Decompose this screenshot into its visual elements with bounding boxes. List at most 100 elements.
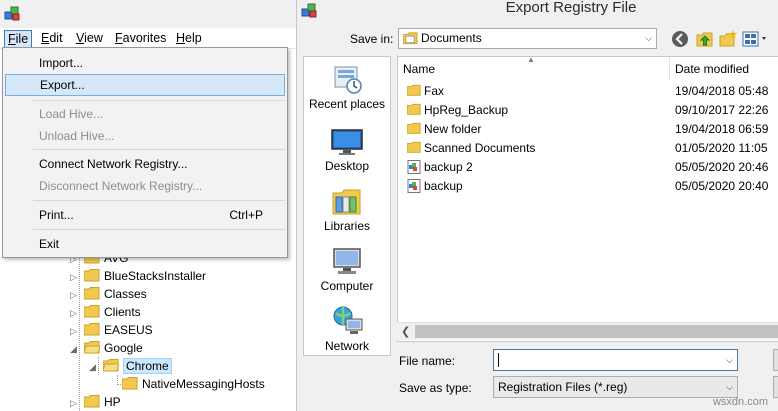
- place-network[interactable]: Network: [304, 305, 390, 353]
- file-name: backup 2: [424, 160, 473, 174]
- horizontal-scrollbar[interactable]: ❮: [397, 322, 778, 340]
- file-name-input[interactable]: ⌵: [493, 349, 738, 371]
- file-name: Fax: [424, 84, 445, 98]
- menu-separator: [33, 200, 285, 201]
- place-label: Network: [324, 339, 369, 353]
- tree-item-easeus[interactable]: ▷ EASEUS: [70, 321, 153, 339]
- menu-separator: [33, 229, 285, 230]
- new-folder-icon[interactable]: [718, 29, 738, 49]
- folder-icon: [84, 395, 100, 408]
- tree-item-chrome[interactable]: ◢ Chrome: [89, 357, 172, 375]
- expand-icon[interactable]: ▷: [70, 304, 80, 322]
- file-name: HpReg_Backup: [424, 103, 509, 117]
- cancel-button[interactable]: [773, 376, 778, 398]
- tree-item-label: Google: [104, 341, 143, 355]
- back-icon[interactable]: [670, 29, 690, 49]
- menu-item-connect-network-registry[interactable]: Connect Network Registry...: [5, 153, 285, 175]
- menu-help[interactable]: Help: [173, 30, 205, 48]
- tree-item-hp[interactable]: ▷ HP: [70, 393, 121, 411]
- file-row-new-folder[interactable]: New folder 19/04/2018 06:59: [398, 120, 778, 139]
- open-folder-icon: [84, 341, 100, 354]
- scrollbar-thumb[interactable]: [415, 325, 778, 338]
- file-list: Name ▲ Date modified Fax 19/04/2018 05:4…: [397, 55, 778, 342]
- file-date: 19/04/2018 06:59: [675, 122, 769, 136]
- place-label: Computer: [320, 279, 374, 293]
- save-as-type-value: Registration Files (*.reg): [498, 380, 628, 394]
- folder-icon: [84, 287, 100, 300]
- file-row-backup-2[interactable]: backup 2 05/05/2020 20:46: [398, 158, 778, 177]
- menu-favorites[interactable]: Favorites: [112, 30, 169, 48]
- column-header-name[interactable]: Name ▲: [398, 55, 670, 81]
- menu-item-exit[interactable]: Exit: [5, 233, 285, 255]
- open-folder-icon: [103, 359, 119, 372]
- chevron-down-icon: ⌵: [726, 382, 733, 392]
- sort-ascending-icon: ▲: [527, 55, 535, 64]
- menu-separator: [33, 100, 285, 101]
- reg-file-icon: [407, 179, 421, 193]
- save-as-type-label: Save as type:: [399, 381, 472, 395]
- folder-icon: [407, 122, 421, 134]
- file-date: 05/05/2020 20:46: [675, 160, 769, 174]
- menu-item-label: Print...: [39, 208, 74, 222]
- file-row-scanned-documents[interactable]: Scanned Documents 01/05/2020 11:05: [398, 139, 778, 158]
- scroll-left-icon[interactable]: ❮: [401, 325, 410, 338]
- menu-item-print[interactable]: Print... Ctrl+P: [5, 204, 285, 226]
- file-menu-dropdown: Import... Export... Load Hive... Unload …: [2, 47, 288, 258]
- menu-item-disconnect-network-registry[interactable]: Disconnect Network Registry...: [5, 175, 285, 197]
- reg-file-icon: [407, 160, 421, 174]
- collapse-icon[interactable]: ◢: [89, 358, 99, 376]
- documents-folder-icon: [403, 32, 418, 45]
- menu-item-import[interactable]: Import...: [5, 52, 285, 74]
- file-name: New folder: [424, 122, 482, 136]
- menu-item-shortcut: Ctrl+P: [229, 208, 263, 222]
- save-button[interactable]: [773, 349, 778, 371]
- file-row-fax[interactable]: Fax 19/04/2018 05:48: [398, 82, 778, 101]
- tree-item-label: NativeMessagingHosts: [142, 377, 265, 391]
- places-bar: Recent places Desktop Libraries Computer…: [303, 56, 391, 356]
- save-as-type-dropdown[interactable]: Registration Files (*.reg) ⌵: [493, 376, 738, 398]
- folder-icon: [84, 323, 100, 336]
- collapse-icon[interactable]: ◢: [70, 340, 80, 358]
- export-registry-dialog: Export Registry File Save in: Documents …: [296, 0, 778, 411]
- tree-item-label: BlueStacksInstaller: [104, 269, 207, 283]
- place-label: Recent places: [308, 97, 386, 111]
- expand-icon[interactable]: ▷: [70, 322, 80, 340]
- folder-icon: [84, 269, 100, 282]
- column-header-date-modified[interactable]: Date modified: [670, 57, 778, 81]
- menu-item-unload-hive[interactable]: Unload Hive...: [5, 125, 285, 147]
- tree-item-bluestacksinstaller[interactable]: ▷ BlueStacksInstaller: [70, 267, 206, 285]
- tree-item-google[interactable]: ◢ Google: [70, 339, 143, 357]
- chevron-down-icon[interactable]: ⌵: [726, 350, 733, 370]
- place-computer[interactable]: Computer: [304, 247, 390, 293]
- regedit-cubes-icon: [4, 6, 20, 21]
- save-in-value: Documents: [421, 31, 482, 45]
- file-row-hpreg-backup[interactable]: HpReg_Backup 09/10/2017 22:26: [398, 101, 778, 120]
- chevron-down-icon: ⌵: [645, 33, 652, 43]
- place-desktop[interactable]: Desktop: [304, 127, 390, 173]
- tree-item-classes[interactable]: ▷ Classes: [70, 285, 147, 303]
- view-menu-icon[interactable]: [741, 29, 771, 49]
- save-in-dropdown[interactable]: Documents ⌵: [398, 28, 657, 49]
- place-libraries[interactable]: Libraries: [304, 187, 390, 233]
- expand-icon[interactable]: ▷: [70, 268, 80, 286]
- tree-item-label: Chrome: [123, 358, 172, 374]
- file-name: backup: [424, 179, 463, 193]
- tree-item-clients[interactable]: ▷ Clients: [70, 303, 141, 321]
- libraries-icon: [332, 189, 361, 215]
- save-in-label: Save in:: [350, 32, 394, 46]
- place-recent-places[interactable]: Recent places: [304, 65, 390, 111]
- file-row-backup[interactable]: backup 05/05/2020 20:40: [398, 177, 778, 196]
- menu-file[interactable]: File: [4, 30, 33, 48]
- menu-item-export[interactable]: Export...: [5, 74, 285, 96]
- file-date: 01/05/2020 11:05: [675, 141, 768, 155]
- up-folder-icon[interactable]: [695, 29, 715, 49]
- menu-edit[interactable]: Edit: [38, 30, 66, 48]
- menu-item-load-hive[interactable]: Load Hive...: [5, 103, 285, 125]
- place-label: Libraries: [323, 219, 371, 233]
- file-name-label: File name:: [399, 354, 456, 368]
- expand-icon[interactable]: ▷: [70, 394, 80, 411]
- expand-icon[interactable]: ▷: [70, 286, 80, 304]
- menu-view[interactable]: View: [73, 30, 106, 48]
- tree-item-nativemessaginghosts[interactable]: NativeMessagingHosts: [108, 375, 265, 393]
- place-label: Desktop: [324, 159, 370, 173]
